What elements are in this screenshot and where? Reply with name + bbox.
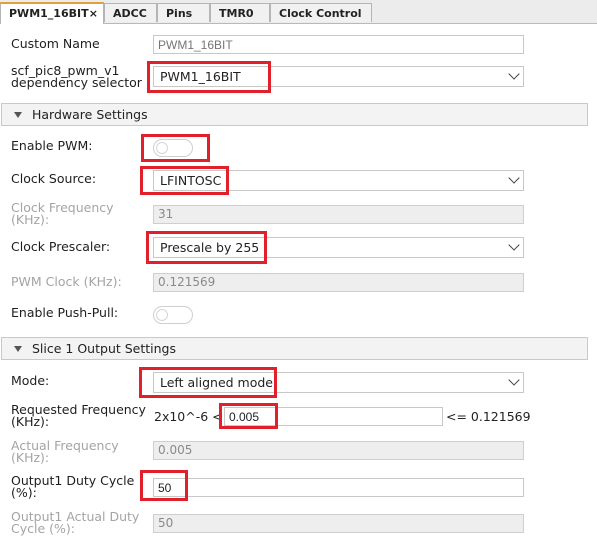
enable-pwm-toggle[interactable] [153,139,193,157]
pwm-clock-field: 0.121569 [153,273,524,292]
tab-pwm1-16bit[interactable]: PWM1_16BIT × [0,2,104,24]
toggle-knob [156,142,168,154]
tab-label: PWM1_16BIT [9,7,89,20]
label-line: dependency selector [11,75,142,90]
hardware-settings-header[interactable]: Hardware Settings [1,103,588,126]
close-icon[interactable]: × [89,4,98,23]
dependency-selector-label: scf_pic8_pwm_v1 dependency selector [11,64,142,90]
chevron-down-icon [508,68,520,80]
tab-pins[interactable]: Pins [157,3,210,22]
label-line: (KHz): [11,450,50,465]
duty-cycle-label: Output1 Duty Cycle (%): [11,474,134,500]
tab-label: Clock Control [279,7,362,20]
label-line: (KHz): [11,212,50,227]
requested-frequency-upper-bound: <= 0.121569 [446,409,531,424]
actual-duty-cycle-label: Output1 Actual Duty Cycle (%): [11,510,139,536]
selected-value: LFINTOSC [160,173,222,188]
selected-value: Left aligned mode [160,375,274,390]
chevron-down-icon [508,239,520,251]
section-title: Slice 1 Output Settings [32,341,177,356]
toggle-knob [156,309,168,321]
label-line: Cycle (%): [11,521,75,536]
clock-frequency-field: 31 [153,205,524,224]
tab-tmr0[interactable]: TMR0 [210,3,270,22]
custom-name-label: Custom Name [11,36,100,51]
chevron-down-icon [508,374,520,386]
enable-push-pull-label: Enable Push-Pull: [11,305,119,320]
label-line: (%): [11,485,37,500]
dependency-selector-dropdown[interactable]: PWM1_16BIT [153,66,524,87]
clock-prescaler-label: Clock Prescaler: [11,239,111,254]
chevron-down-icon [508,172,520,184]
actual-frequency-label: Actual Frequency (KHz): [11,439,119,465]
mode-label: Mode: [11,373,50,388]
enable-push-pull-toggle[interactable] [153,306,193,324]
tab-label: Pins [166,7,193,20]
tab-label: ADCC [113,7,147,20]
label-line: (KHz): [11,414,50,429]
tab-adcc[interactable]: ADCC [104,3,157,22]
collapse-triangle-icon [14,112,22,118]
tab-clock-control[interactable]: Clock Control [270,3,372,22]
clock-source-label: Clock Source: [11,171,97,186]
slice1-output-settings-header[interactable]: Slice 1 Output Settings [1,337,588,360]
selected-value: Prescale by 255 [160,240,260,255]
clock-prescaler-dropdown[interactable]: Prescale by 255 [153,237,524,258]
enable-pwm-label: Enable PWM: [11,138,93,153]
custom-name-input[interactable] [153,35,524,54]
requested-frequency-input[interactable] [224,407,443,426]
collapse-triangle-icon [14,346,22,352]
duty-cycle-input[interactable] [153,478,524,497]
requested-frequency-label: Requested Frequency (KHz): [11,403,146,429]
clock-frequency-label: Clock Frequency (KHz): [11,201,114,227]
requested-frequency-lower-bound: 2x10^-6 < [154,409,223,424]
selected-value: PWM1_16BIT [160,69,241,84]
tab-bar: PWM1_16BIT × ADCC Pins TMR0 Clock Contro… [0,0,597,24]
clock-source-dropdown[interactable]: LFINTOSC [153,170,524,191]
tab-label: TMR0 [219,7,254,20]
section-title: Hardware Settings [32,107,148,122]
actual-frequency-field: 0.005 [153,441,524,460]
mode-dropdown[interactable]: Left aligned mode [153,372,524,393]
pwm-clock-label: PWM Clock (KHz): [11,274,122,289]
actual-duty-cycle-field: 50 [153,514,524,533]
